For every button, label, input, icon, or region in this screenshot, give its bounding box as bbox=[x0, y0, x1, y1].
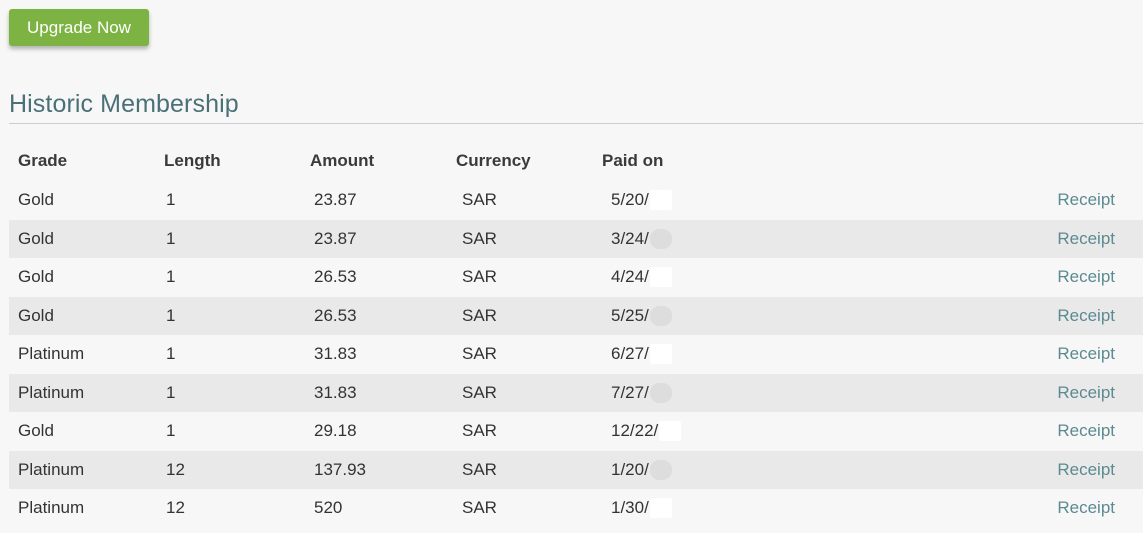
receipt-link[interactable]: Receipt bbox=[1057, 489, 1115, 528]
paid-on-cell: 1/30/ bbox=[611, 489, 672, 528]
receipt-link[interactable]: Receipt bbox=[1057, 374, 1115, 413]
upgrade-now-button[interactable]: Upgrade Now bbox=[9, 9, 149, 46]
amount-cell: 26.53 bbox=[314, 305, 357, 325]
grade-cell: Platinum bbox=[18, 459, 85, 479]
receipt-link[interactable]: Receipt bbox=[1057, 181, 1115, 220]
grade-cell: Platinum bbox=[18, 344, 85, 364]
paid-on-date: 3/24/ bbox=[611, 228, 649, 248]
paid-on-date: 4/24/ bbox=[611, 267, 649, 287]
currency-cell: SAR bbox=[462, 228, 497, 248]
redacted-year-mark bbox=[649, 382, 672, 403]
receipt-link[interactable]: Receipt bbox=[1057, 335, 1115, 374]
receipt-link[interactable]: Receipt bbox=[1057, 258, 1115, 297]
grade-cell: Gold bbox=[18, 228, 54, 248]
grade-cell: Platinum bbox=[18, 382, 85, 402]
membership-history-table: Grade Length Amount Currency Paid on Gol… bbox=[9, 141, 1143, 528]
paid-on-date: 6/27/ bbox=[611, 344, 649, 364]
amount-cell: 23.87 bbox=[314, 228, 357, 248]
redacted-year-mark bbox=[649, 498, 672, 519]
paid-on-cell: 6/27/ bbox=[611, 335, 672, 374]
redacted-year-mark bbox=[659, 421, 682, 442]
table-row: Gold 1 26.53 SAR 5/25/Receipt bbox=[9, 296, 1143, 336]
amount-cell: 31.83 bbox=[314, 344, 357, 364]
table-row: Gold 1 23.87 SAR 3/24/Receipt bbox=[9, 219, 1143, 259]
amount-cell: 137.93 bbox=[314, 459, 366, 479]
paid-on-date: 1/30/ bbox=[611, 498, 649, 518]
paid-on-date: 5/20/ bbox=[611, 190, 649, 210]
currency-cell: SAR bbox=[462, 459, 497, 479]
column-header-amount: Amount bbox=[310, 151, 375, 170]
amount-cell: 26.53 bbox=[314, 267, 357, 287]
column-header-paid-on: Paid on bbox=[602, 151, 664, 170]
currency-cell: SAR bbox=[462, 498, 497, 518]
length-cell: 1 bbox=[166, 382, 176, 402]
section-title: Historic Membership bbox=[9, 90, 239, 118]
length-cell: 1 bbox=[166, 421, 176, 441]
column-header-currency: Currency bbox=[456, 151, 531, 170]
paid-on-cell: 12/22/ bbox=[611, 412, 682, 451]
title-divider bbox=[9, 123, 1143, 124]
table-body: Gold 1 23.87 SAR 5/20/Receipt Gold 1 23.87 SAR 3/… bbox=[9, 181, 1143, 528]
receipt-link[interactable]: Receipt bbox=[1057, 220, 1115, 259]
table-row: Gold 1 26.53 SAR 4/24/Receipt bbox=[9, 258, 1143, 297]
grade-cell: Gold bbox=[18, 190, 54, 210]
receipt-link[interactable]: Receipt bbox=[1057, 297, 1115, 336]
table-row: Platinum 1 31.83 SAR 6/27/Receipt bbox=[9, 335, 1143, 374]
redacted-year-mark bbox=[649, 459, 672, 480]
paid-on-cell: 1/20/ bbox=[611, 451, 672, 490]
redacted-year-mark bbox=[649, 344, 672, 365]
length-cell: 1 bbox=[166, 267, 176, 287]
paid-on-cell: 4/24/ bbox=[611, 258, 672, 297]
amount-cell: 520 bbox=[314, 498, 343, 518]
receipt-link[interactable]: Receipt bbox=[1057, 412, 1115, 451]
grade-cell: Gold bbox=[18, 267, 54, 287]
table-row: Platinum 12 137.93 SAR 1/20/Receipt bbox=[9, 450, 1143, 490]
amount-cell: 29.18 bbox=[314, 421, 357, 441]
paid-on-cell: 5/20/ bbox=[611, 181, 672, 220]
table-row: Platinum 1 31.83 SAR 7/27/Receipt bbox=[9, 373, 1143, 413]
paid-on-date: 7/27/ bbox=[611, 382, 649, 402]
redacted-year-mark bbox=[649, 267, 672, 288]
paid-on-date: 12/22/ bbox=[611, 421, 659, 441]
column-header-length: Length bbox=[164, 151, 221, 170]
length-cell: 12 bbox=[166, 498, 185, 518]
paid-on-cell: 5/25/ bbox=[611, 297, 672, 336]
length-cell: 12 bbox=[166, 459, 185, 479]
length-cell: 1 bbox=[166, 305, 176, 325]
table-row: Gold 1 29.18 SAR 12/22/Receipt bbox=[9, 412, 1143, 451]
currency-cell: SAR bbox=[462, 305, 497, 325]
grade-cell: Gold bbox=[18, 421, 54, 441]
currency-cell: SAR bbox=[462, 190, 497, 210]
paid-on-date: 1/20/ bbox=[611, 459, 649, 479]
paid-on-date: 5/25/ bbox=[611, 305, 649, 325]
length-cell: 1 bbox=[166, 344, 176, 364]
receipt-link[interactable]: Receipt bbox=[1057, 451, 1115, 490]
currency-cell: SAR bbox=[462, 421, 497, 441]
table-row: Gold 1 23.87 SAR 5/20/Receipt bbox=[9, 181, 1143, 220]
amount-cell: 31.83 bbox=[314, 382, 357, 402]
redacted-year-mark bbox=[649, 228, 672, 249]
currency-cell: SAR bbox=[462, 344, 497, 364]
redacted-year-mark bbox=[649, 190, 672, 211]
currency-cell: SAR bbox=[462, 382, 497, 402]
table-row: Platinum 12 520 SAR 1/30/Receipt bbox=[9, 489, 1143, 528]
paid-on-cell: 3/24/ bbox=[611, 220, 672, 259]
grade-cell: Gold bbox=[18, 305, 54, 325]
grade-cell: Platinum bbox=[18, 498, 85, 518]
currency-cell: SAR bbox=[462, 267, 497, 287]
length-cell: 1 bbox=[166, 228, 176, 248]
paid-on-cell: 7/27/ bbox=[611, 374, 672, 413]
column-header-grade: Grade bbox=[18, 151, 68, 170]
length-cell: 1 bbox=[166, 190, 176, 210]
redacted-year-mark bbox=[649, 305, 672, 326]
table-header-row: Grade Length Amount Currency Paid on bbox=[9, 141, 1143, 181]
amount-cell: 23.87 bbox=[314, 190, 357, 210]
